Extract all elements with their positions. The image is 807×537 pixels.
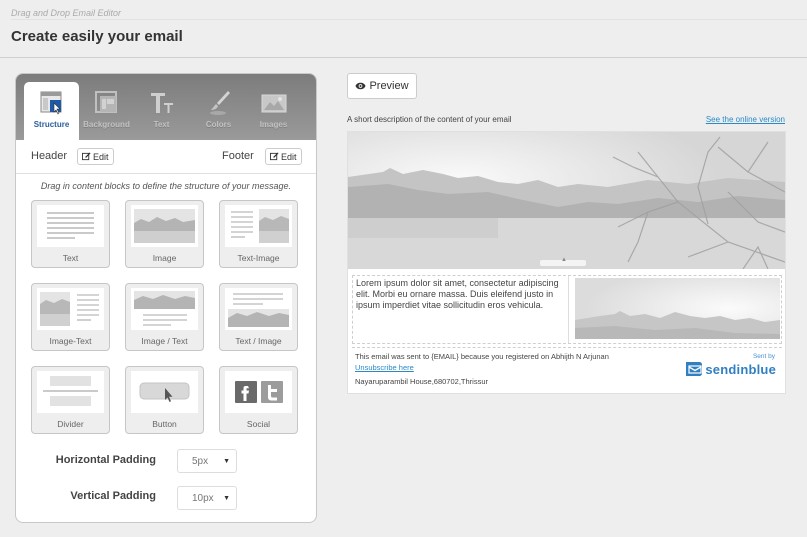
divider-block-thumbnail <box>37 371 104 413</box>
social-block-thumbnail <box>225 371 292 413</box>
vertical-padding-select[interactable]: 10px ▼ <box>177 486 237 510</box>
horizontal-padding-select[interactable]: 5px ▼ <box>177 449 237 473</box>
block-text[interactable]: Text <box>31 200 110 268</box>
tab-images[interactable]: Images <box>246 82 301 140</box>
edit-footer-button[interactable]: Edit <box>265 148 302 165</box>
text-image-block[interactable]: Lorem ipsum dolor sit amet, consectetur … <box>352 275 782 344</box>
block-label: Image <box>152 253 177 263</box>
image-text-block-thumbnail <box>37 288 104 330</box>
block-divider[interactable]: Divider <box>31 366 110 434</box>
tab-label: Images <box>259 120 288 129</box>
image-over-text-block-thumbnail <box>131 288 198 330</box>
footer-notice: This email was sent to {EMAIL} because y… <box>355 352 609 361</box>
facebook-icon <box>235 381 257 403</box>
block-label: Button <box>152 419 177 429</box>
sendinblue-logo-icon <box>686 362 703 376</box>
email-canvas: ▲ Lorem ipsum dolor sit amet, consectetu… <box>347 131 786 394</box>
tab-label: Colors <box>205 120 232 129</box>
block-image-over-text[interactable]: Image / Text <box>125 283 204 351</box>
sendinblue-logo[interactable]: sendinblue <box>685 361 776 377</box>
preview-label: Preview <box>369 80 409 92</box>
tab-bar: Structure Background Text Colors Images <box>16 74 316 140</box>
chevron-up-icon: ▲ <box>561 257 567 263</box>
button-block-thumbnail <box>131 371 198 413</box>
content-image[interactable] <box>575 278 780 339</box>
page-title: Create easily your email <box>11 28 183 45</box>
block-label: Image-Text <box>49 336 92 346</box>
block-text-over-image[interactable]: Text / Image <box>219 283 298 351</box>
selected-value: 10px <box>192 493 214 504</box>
text-image-block-thumbnail <box>225 205 292 247</box>
block-image-text[interactable]: Image-Text <box>31 283 110 351</box>
edit-icon <box>270 152 279 161</box>
edit-label: Edit <box>281 151 297 162</box>
structure-icon <box>40 91 61 115</box>
block-image[interactable]: Image <box>125 200 204 268</box>
structure-hint: Drag in content blocks to define the str… <box>40 181 292 191</box>
tab-text[interactable]: Text <box>134 82 189 140</box>
edit-label: Edit <box>93 151 109 162</box>
footer-address: Nayaruparambil House,680702,Thrissur <box>355 377 488 386</box>
dropdown-caret-icon: ▼ <box>223 458 230 465</box>
dropdown-caret-icon: ▼ <box>223 495 230 502</box>
structure-panel: Structure Background Text Colors Images … <box>15 73 317 523</box>
text-over-image-block-thumbnail <box>225 288 292 330</box>
title-divider <box>0 57 807 58</box>
tab-label: Structure <box>33 120 70 129</box>
brush-icon <box>209 91 230 115</box>
footer-label: Footer <box>222 150 254 162</box>
header-footer-row: Header Edit Footer Edit <box>16 140 316 174</box>
block-label: Divider <box>57 419 84 429</box>
eye-icon <box>355 82 366 90</box>
text-block-thumbnail <box>37 205 104 247</box>
block-button[interactable]: Button <box>125 366 204 434</box>
sent-by-label: Sent by <box>752 353 775 360</box>
tab-colors[interactable]: Colors <box>191 82 246 140</box>
tab-structure[interactable]: Structure <box>24 82 79 140</box>
text-icon <box>150 93 173 113</box>
preview-button[interactable]: Preview <box>347 73 417 99</box>
tab-label: Background <box>83 120 130 129</box>
hero-image[interactable]: ▲ <box>348 132 785 269</box>
image-icon <box>261 94 286 113</box>
unsubscribe-link[interactable]: Unsubscribe here <box>355 363 414 372</box>
email-description: A short description of the content of yo… <box>347 115 512 124</box>
resize-handle[interactable]: ▲ <box>540 257 586 266</box>
horizontal-padding-label: Horizontal Padding <box>55 454 156 466</box>
twitter-icon <box>261 381 283 403</box>
block-text-image[interactable]: Text-Image <box>219 200 298 268</box>
background-icon <box>94 91 117 113</box>
footer-divider <box>352 347 782 348</box>
block-label: Text / Image <box>235 336 282 346</box>
body-text[interactable]: Lorem ipsum dolor sit amet, consectetur … <box>353 276 569 343</box>
header-label: Header <box>31 150 68 162</box>
vertical-padding-label: Vertical Padding <box>70 490 156 502</box>
block-label: Text-Image <box>237 253 280 263</box>
brand-name: sendinblue <box>705 361 776 377</box>
app-subtitle: Drag and Drop Email Editor <box>11 8 122 18</box>
selected-value: 5px <box>192 456 209 467</box>
block-social[interactable]: Social <box>219 366 298 434</box>
image-block-thumbnail <box>131 205 198 247</box>
block-label: Image / Text <box>141 336 188 346</box>
tab-background[interactable]: Background <box>79 82 134 140</box>
tab-label: Text <box>153 120 170 129</box>
edit-icon <box>82 152 91 161</box>
header-divider <box>11 19 807 20</box>
block-label: Text <box>62 253 79 263</box>
block-label: Social <box>246 419 271 429</box>
edit-header-button[interactable]: Edit <box>77 148 114 165</box>
online-version-link[interactable]: See the online version <box>706 115 785 124</box>
